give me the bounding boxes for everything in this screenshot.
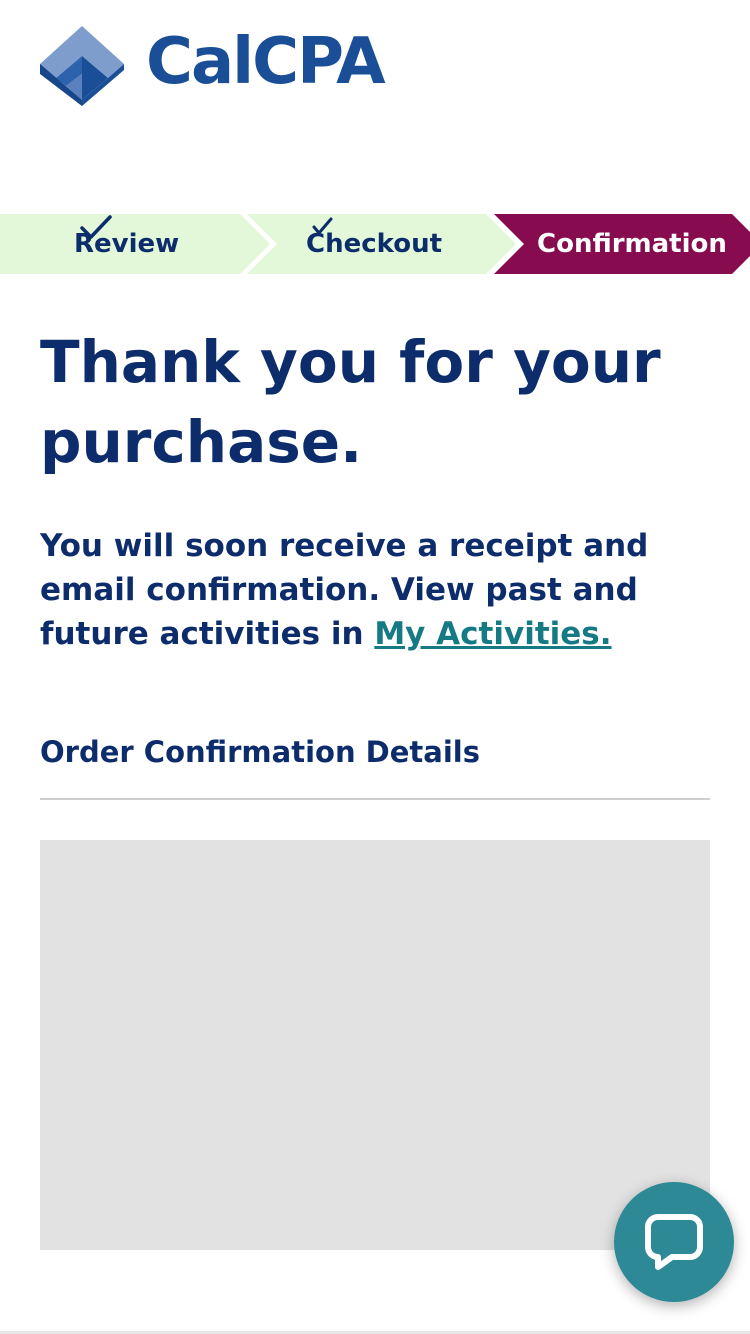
section-divider (40, 798, 710, 800)
check-icon (80, 215, 112, 239)
step-confirmation-label: Confirmation (537, 229, 727, 259)
my-activities-link[interactable]: My Activities. (374, 616, 611, 652)
calcpa-cube-logo-icon (40, 26, 124, 106)
confirmation-message: You will soon receive a receipt and emai… (40, 524, 720, 656)
chat-bubble-icon (645, 1214, 703, 1270)
step-checkout: Checkout (306, 214, 442, 274)
order-details-placeholder (40, 840, 710, 1250)
step-confirmation: Confirmation (537, 214, 727, 274)
brand-name: CalCPA (146, 25, 386, 99)
chat-button[interactable] (614, 1182, 734, 1302)
check-icon (312, 217, 333, 235)
page-title: Thank you for your purchase. (40, 328, 661, 476)
checkout-progress-steps: Review Checkout Confirmation (0, 214, 750, 274)
header-logo[interactable]: CalCPA (40, 25, 386, 106)
order-details-heading: Order Confirmation Details (40, 735, 480, 769)
step-review: Review (74, 214, 179, 274)
